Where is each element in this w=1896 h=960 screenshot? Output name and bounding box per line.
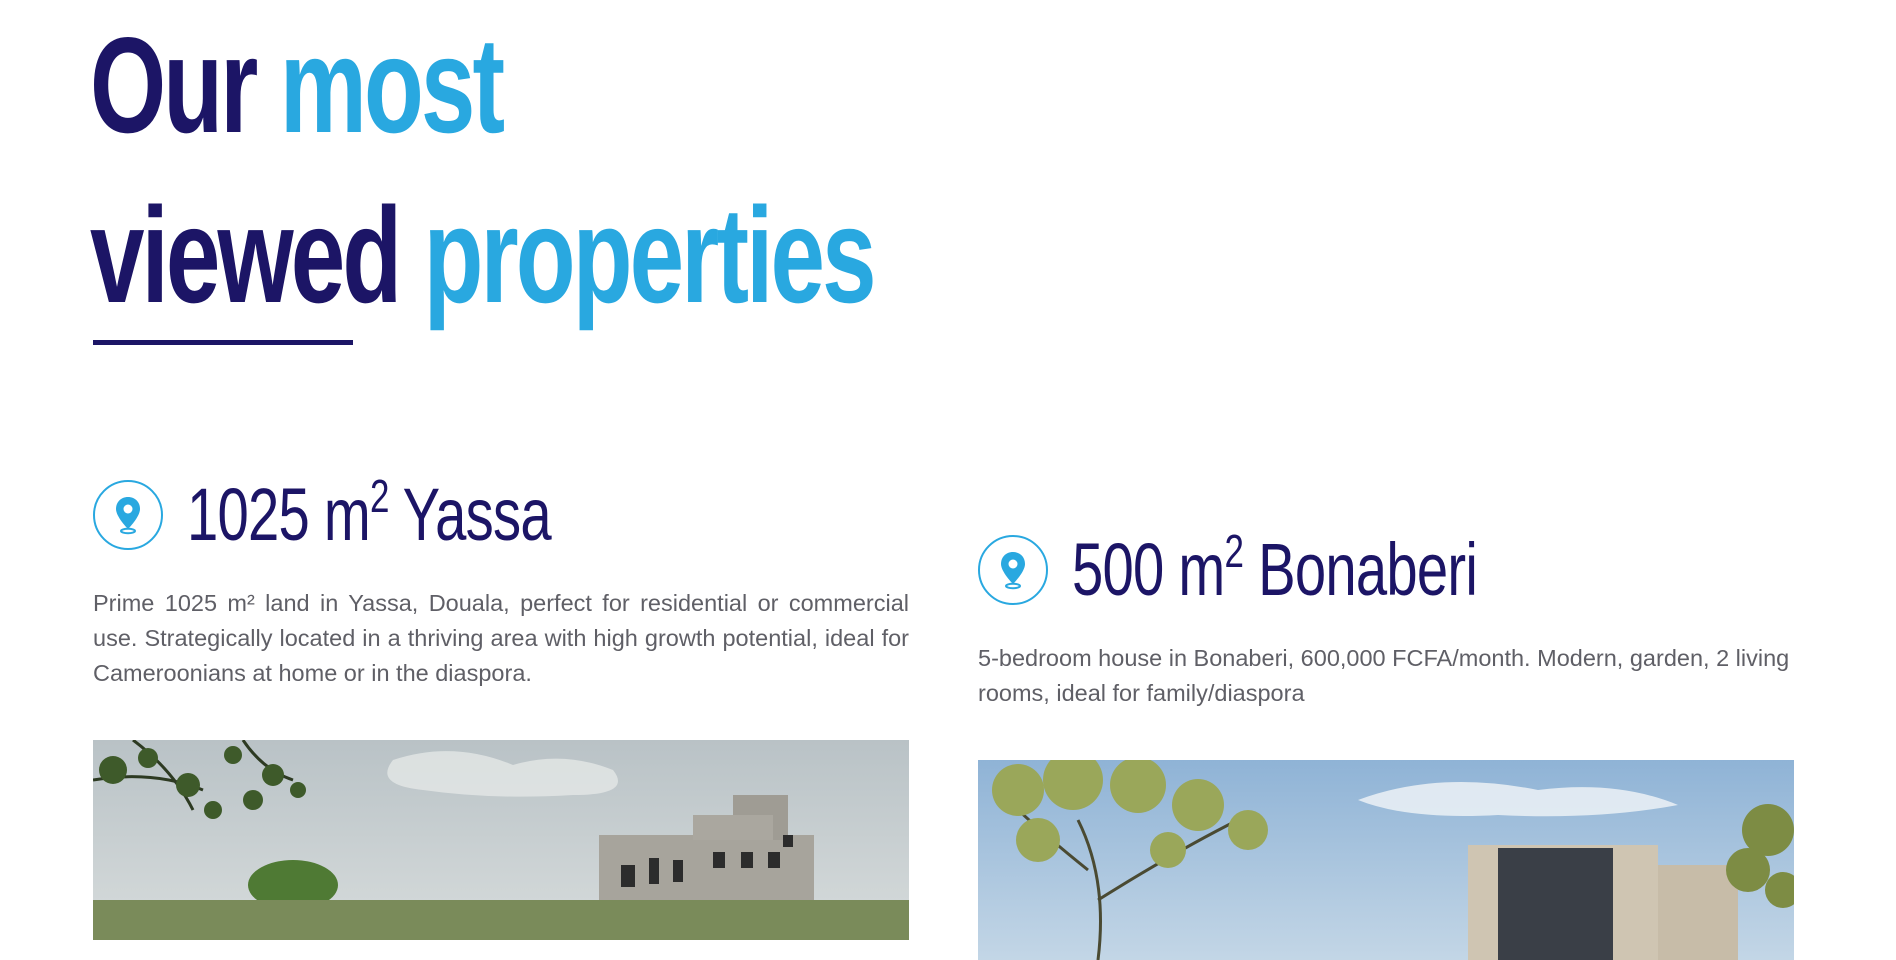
property-title[interactable]: 500 m2 Bonaberi <box>1072 528 1478 611</box>
property-title-area: 500 m <box>1072 528 1225 611</box>
section-heading: Our most viewed properties <box>90 0 877 340</box>
map-pin-icon <box>93 480 163 550</box>
property-description: 5-bedroom house in Bonaberi, 600,000 FCF… <box>978 645 1790 706</box>
property-card-yassa[interactable]: 1025 m2 Yassa Prime 1025 m² land in Yass… <box>93 473 909 940</box>
property-card-header: 500 m2 Bonaberi <box>978 528 1794 610</box>
property-title-place: Bonaberi <box>1243 528 1478 611</box>
heading-word-viewed: viewed <box>90 179 402 331</box>
heading-underline <box>93 340 353 345</box>
property-card-bonaberi[interactable]: 500 m2 Bonaberi 5-bedroom house in Bonab… <box>978 528 1794 960</box>
heading-word-properties: properties <box>423 179 877 331</box>
map-pin-icon <box>978 535 1048 605</box>
property-title-sup: 2 <box>370 470 389 522</box>
property-photo[interactable] <box>978 760 1794 960</box>
property-title-sup: 2 <box>1224 525 1244 577</box>
property-title-area: 1025 m <box>187 473 371 556</box>
property-photo[interactable] <box>93 740 909 940</box>
property-title[interactable]: 1025 m2 Yassa <box>187 473 552 556</box>
heading-word-our: Our <box>90 9 258 161</box>
heading-word-most: most <box>279 9 505 161</box>
property-description: Prime 1025 m² land in Yassa, Douala, per… <box>93 590 909 686</box>
heading-line-2: viewed properties <box>90 170 877 340</box>
property-title-place: Yassa <box>388 473 552 556</box>
property-card-header: 1025 m2 Yassa <box>93 473 909 555</box>
heading-line-1: Our most <box>90 0 874 170</box>
